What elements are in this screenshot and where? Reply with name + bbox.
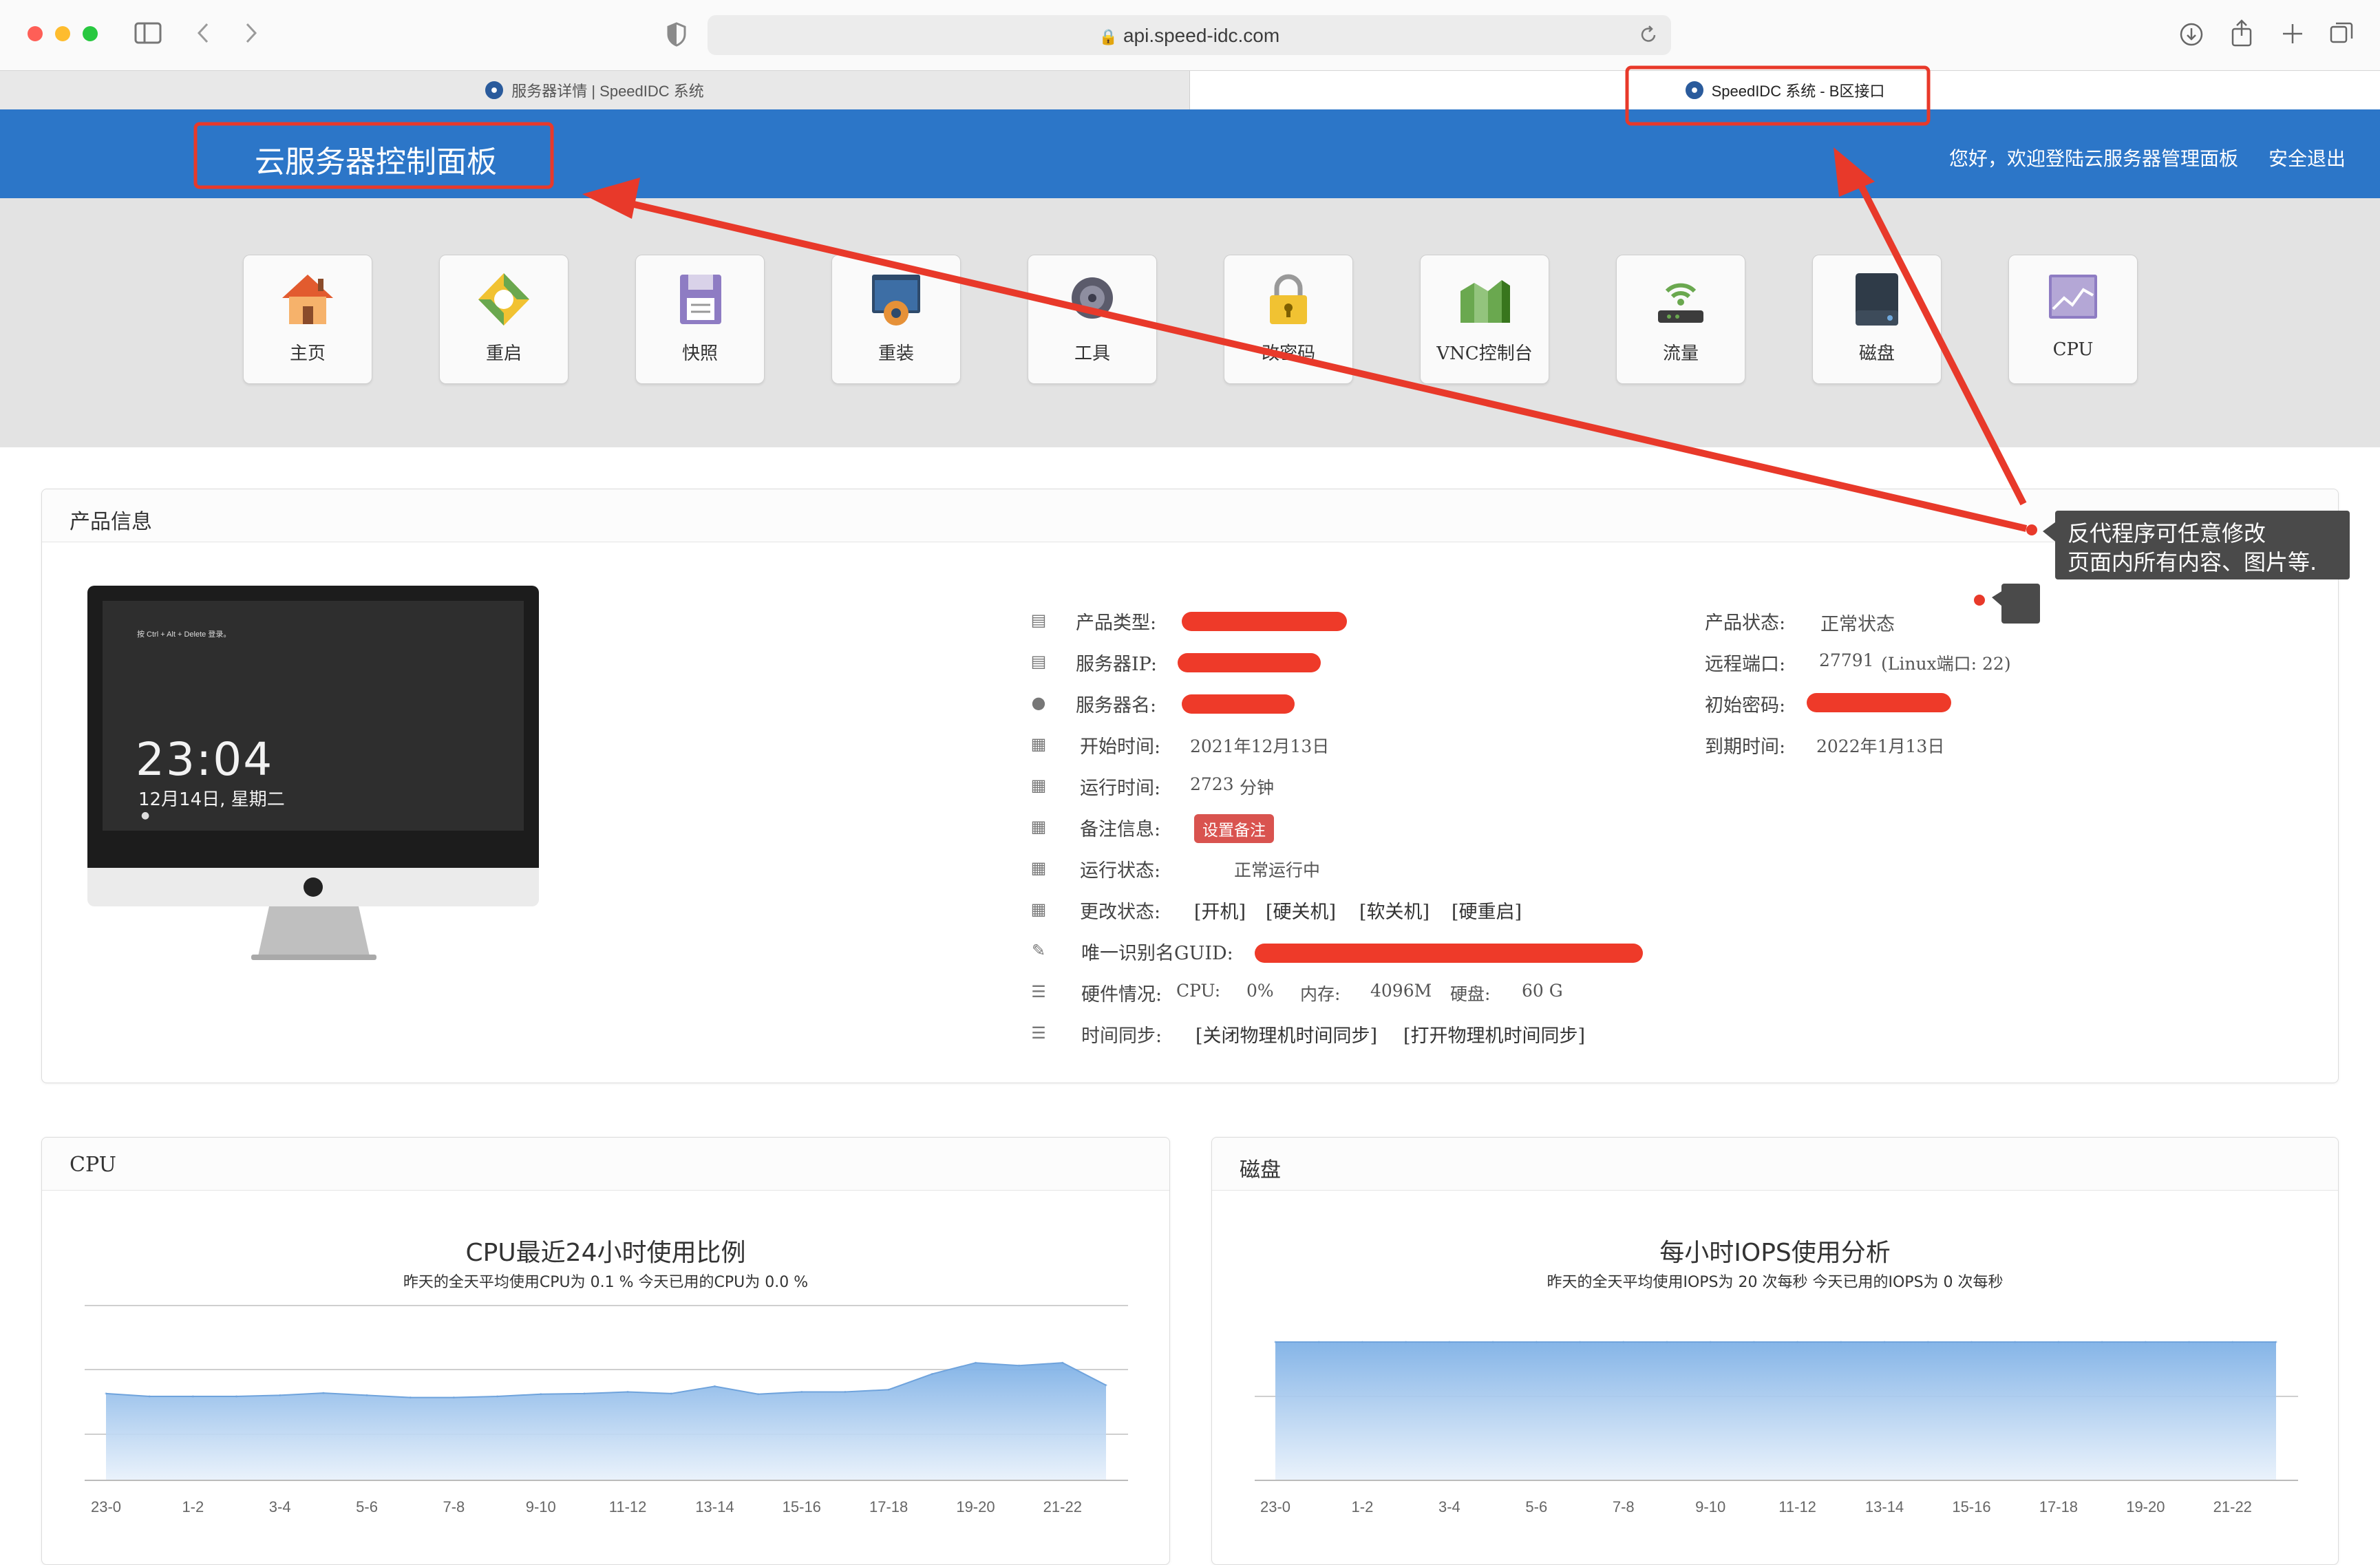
x-tick-label: 15-16	[1952, 1498, 1990, 1515]
x-tick-label: 3-4	[1438, 1498, 1460, 1515]
data-point	[844, 1390, 847, 1393]
data-point	[887, 1388, 890, 1391]
data-point	[1274, 1341, 1277, 1343]
data-point	[2231, 1341, 2234, 1343]
annotation-dot-2	[1974, 595, 1985, 606]
data-point	[452, 1396, 455, 1399]
x-tick-label: 5-6	[356, 1498, 378, 1515]
data-point	[713, 1385, 716, 1387]
annotation-arrow-line-left	[618, 198, 2028, 532]
data-point	[1535, 1341, 1538, 1343]
data-point	[322, 1392, 325, 1394]
x-tick-label: 1-2	[182, 1498, 204, 1515]
data-point	[2057, 1341, 2060, 1343]
data-point	[1752, 1341, 1755, 1343]
iops-chart: 23-0 1-2 3-4 5-6 7-8 9-10 11-12 13-14 15-16 17-18…	[1255, 1341, 2298, 1515]
data-point	[931, 1372, 933, 1375]
data-point	[2144, 1341, 2147, 1343]
x-tick-label: 11-12	[1778, 1498, 1816, 1515]
data-point	[365, 1394, 368, 1396]
annotation-text-line1: 反代程序可任意修改	[2068, 520, 2266, 546]
data-point	[800, 1390, 803, 1393]
data-point	[974, 1361, 977, 1364]
data-point	[670, 1392, 672, 1395]
data-point	[1491, 1341, 1494, 1343]
x-tick-label: 19-20	[956, 1498, 995, 1515]
x-tick-label: 7-8	[443, 1498, 465, 1515]
data-point	[1926, 1341, 1929, 1343]
x-tick-label: 9-10	[1695, 1498, 1725, 1515]
data-point	[496, 1395, 499, 1398]
x-tick-label: 7-8	[1613, 1498, 1635, 1515]
data-point	[2275, 1341, 2277, 1343]
x-tick-label: 11-12	[609, 1498, 647, 1515]
data-point	[757, 1393, 760, 1396]
data-point	[2188, 1341, 2191, 1343]
data-point	[1666, 1341, 1668, 1343]
annotation-arrowhead-right	[1834, 147, 1875, 197]
x-tick-label: 17-18	[869, 1498, 908, 1515]
data-point	[1970, 1341, 1973, 1343]
data-point	[2014, 1341, 2017, 1343]
x-tick-label: 17-18	[2039, 1498, 2078, 1515]
data-point	[1709, 1341, 1712, 1343]
annotation-box-title	[193, 122, 554, 189]
data-point	[235, 1395, 238, 1398]
data-point	[1105, 1384, 1107, 1387]
data-point	[1018, 1364, 1021, 1367]
data-point	[540, 1393, 542, 1396]
annotation-tooltip: 反代程序可任意修改 页面内所有内容、图片等.	[2055, 511, 2350, 579]
data-point	[148, 1395, 151, 1398]
x-tick-label: 23-0	[91, 1498, 121, 1515]
data-point	[105, 1392, 107, 1395]
x-tick-label: 1-2	[1352, 1498, 1374, 1515]
annotation-arrowhead-left	[582, 178, 640, 219]
data-point	[409, 1396, 412, 1399]
cpu-usage-chart: 23-0 1-2 3-4 5-6 7-8 9-10 11-12 13-14 15-16 17-18…	[85, 1305, 1128, 1515]
data-point	[1317, 1341, 1320, 1343]
x-tick-label: 15-16	[783, 1498, 821, 1515]
small-tooltip	[2001, 584, 2040, 624]
data-point	[1622, 1341, 1625, 1343]
data-point	[2101, 1341, 2103, 1343]
x-tick-label: 21-22	[2213, 1498, 2252, 1515]
x-tick-label: 13-14	[1865, 1498, 1904, 1515]
data-point	[1579, 1341, 1582, 1343]
x-tick-label: 3-4	[269, 1498, 291, 1515]
data-point	[1361, 1341, 1363, 1343]
x-tick-label: 13-14	[695, 1498, 734, 1515]
annotation-text-line2: 页面内所有内容、图片等.	[2068, 549, 2317, 575]
data-point	[1448, 1341, 1451, 1343]
series-area	[1275, 1342, 2276, 1480]
data-point	[1840, 1341, 1842, 1343]
x-tick-label: 19-20	[2126, 1498, 2165, 1515]
data-point	[279, 1394, 281, 1396]
x-tick-label: 9-10	[526, 1498, 556, 1515]
annotation-arrow-line-right	[1855, 178, 2027, 506]
disk-panel: 磁盘 每小时IOPS使用分析 昨天的全天平均使用IOPS为 20 次每秒 今天已…	[1211, 1137, 2339, 1565]
data-point	[1061, 1361, 1064, 1364]
annotation-dot-1	[2026, 524, 2037, 535]
data-point	[191, 1395, 194, 1398]
annotation-box-tab	[1625, 65, 1931, 126]
x-tick-label: 23-0	[1260, 1498, 1290, 1515]
cpu-panel: CPU CPU最近24小时使用比例 昨天的全天平均使用CPU为 0.1 % 今天…	[41, 1137, 1170, 1565]
data-point	[1883, 1341, 1886, 1343]
x-tick-label: 21-22	[1043, 1498, 1082, 1515]
data-point	[1796, 1341, 1799, 1343]
data-point	[583, 1392, 586, 1395]
x-tick-label: 5-6	[1525, 1498, 1547, 1515]
data-point	[626, 1390, 629, 1393]
series-area	[106, 1363, 1106, 1480]
data-point	[1405, 1341, 1407, 1343]
